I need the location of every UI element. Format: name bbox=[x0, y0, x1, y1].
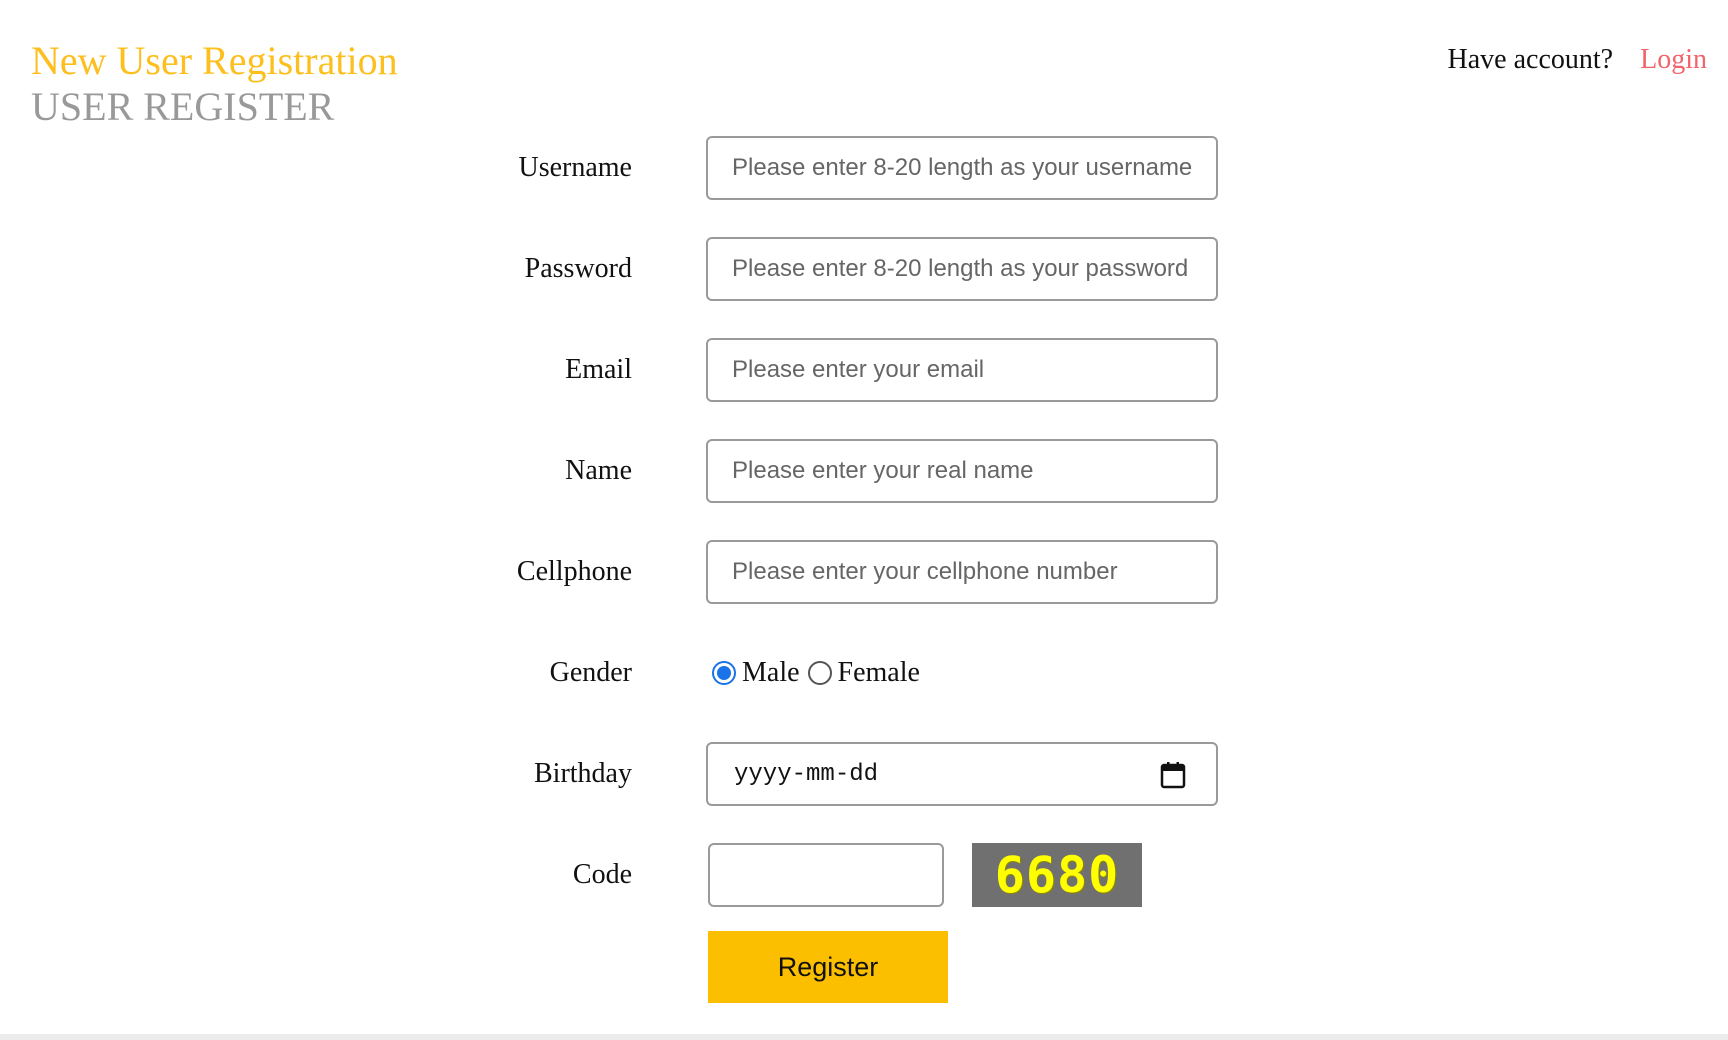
registration-page: New User Registration USER REGISTER Have… bbox=[0, 0, 1728, 1040]
captcha-image[interactable]: 6680 bbox=[972, 843, 1142, 907]
password-input[interactable] bbox=[706, 237, 1218, 301]
email-input[interactable] bbox=[706, 338, 1218, 402]
code-row: Code 6680 bbox=[0, 843, 1728, 907]
username-label: Username bbox=[518, 152, 632, 183]
gender-label: Gender bbox=[549, 657, 632, 688]
account-question: Have account? bbox=[1447, 44, 1614, 75]
login-link[interactable]: Login bbox=[1640, 44, 1707, 75]
gender-female-label[interactable]: Female bbox=[838, 657, 920, 689]
birthday-row: Birthday yyyy-mm-dd bbox=[0, 742, 1728, 806]
page-title: New User Registration bbox=[31, 38, 398, 83]
birthday-label: Birthday bbox=[534, 758, 632, 789]
code-label: Code bbox=[572, 859, 632, 890]
code-input[interactable] bbox=[708, 843, 944, 907]
password-row: Password bbox=[0, 237, 1728, 301]
calendar-icon[interactable] bbox=[1160, 761, 1186, 789]
email-label: Email bbox=[565, 354, 632, 385]
name-input[interactable] bbox=[706, 439, 1218, 503]
gender-radio-group: Male Female bbox=[712, 653, 928, 693]
gender-female-radio[interactable] bbox=[807, 661, 832, 685]
name-row: Name bbox=[0, 439, 1728, 503]
username-row: Username bbox=[0, 136, 1728, 200]
birthday-date-text[interactable]: yyyy-mm-dd bbox=[734, 761, 878, 789]
birthday-date-input[interactable]: yyyy-mm-dd bbox=[706, 742, 1218, 806]
bottom-divider bbox=[0, 1034, 1728, 1040]
username-input[interactable] bbox=[706, 136, 1218, 200]
cellphone-input[interactable] bbox=[706, 540, 1218, 604]
register-button[interactable]: Register bbox=[708, 931, 948, 1003]
gender-male-label[interactable]: Male bbox=[742, 657, 800, 689]
account-prompt: Have account? Login bbox=[1448, 42, 1707, 78]
cellphone-label: Cellphone bbox=[516, 556, 632, 587]
gender-male-radio[interactable] bbox=[712, 661, 736, 685]
password-label: Password bbox=[524, 253, 632, 284]
name-label: Name bbox=[565, 455, 632, 486]
page-subtitle: USER REGISTER bbox=[31, 84, 335, 129]
gender-row: Gender Male Female bbox=[0, 641, 1728, 705]
cellphone-row: Cellphone bbox=[0, 540, 1728, 604]
email-row: Email bbox=[0, 338, 1728, 402]
captcha-text: 6680 bbox=[994, 846, 1120, 904]
